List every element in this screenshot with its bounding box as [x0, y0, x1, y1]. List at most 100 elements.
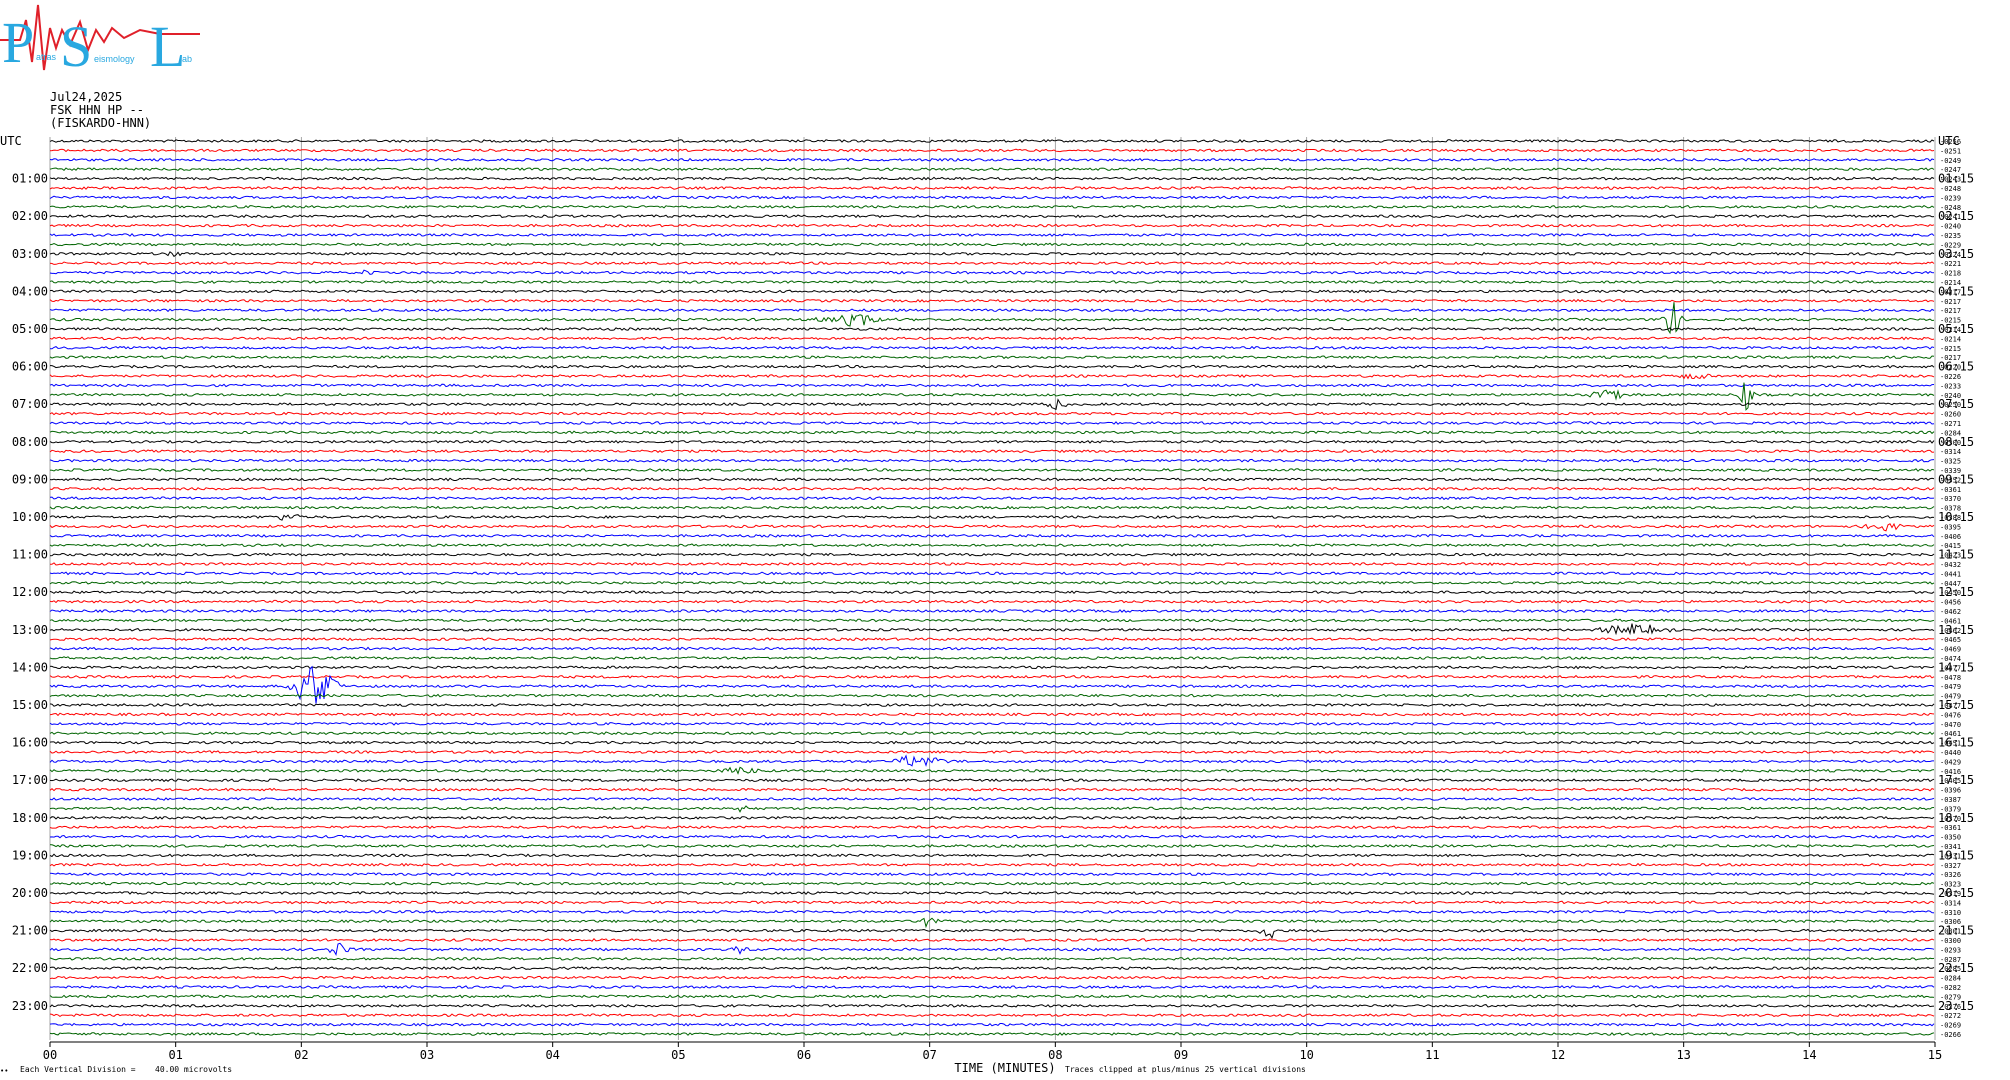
- seismic-trace: [49, 355, 1935, 360]
- seismic-trace: [49, 1013, 1935, 1018]
- trace-offset-label: -0217: [1940, 298, 1961, 306]
- left-hour-label: 16:00: [12, 736, 48, 750]
- trace-offset-label: -0271: [1940, 420, 1961, 428]
- left-hour-label: 12:00: [12, 585, 48, 599]
- seismic-trace: [49, 623, 1935, 636]
- right-hour-label: 10:15: [1938, 510, 1974, 524]
- trace-offset-label: -0226: [1940, 373, 1961, 381]
- seismic-trace: [49, 514, 1935, 521]
- right-hour-label: 02:15: [1938, 209, 1974, 223]
- x-tick-label: 05: [671, 1048, 685, 1062]
- left-hour-label: 04:00: [12, 284, 48, 298]
- x-tick-label: 06: [797, 1048, 811, 1062]
- seismic-trace: [49, 430, 1935, 435]
- seismic-trace: [49, 383, 1935, 388]
- seismic-trace: [49, 656, 1935, 660]
- x-tick-label: 08: [1048, 1048, 1062, 1062]
- trace-offset-label: -0218: [1940, 270, 1961, 278]
- seismic-trace: [49, 975, 1935, 980]
- trace-offset-label: -0440: [1940, 749, 1961, 757]
- right-hour-label: 18:15: [1938, 811, 1974, 825]
- trace-offset-label: -0465: [1940, 636, 1961, 644]
- x-tick-label: 15: [1928, 1048, 1942, 1062]
- left-hour-label: 05:00: [12, 322, 48, 336]
- trace-offset-label: -0476: [1940, 711, 1961, 719]
- seismic-trace: [49, 204, 1935, 209]
- seismic-trace: [49, 261, 1935, 266]
- seismic-trace: [49, 966, 1935, 971]
- trace-offset-label: -0432: [1940, 561, 1961, 569]
- seismic-trace: [49, 985, 1935, 989]
- trace-offset-label: -0310: [1940, 909, 1961, 917]
- seismic-trace: [49, 543, 1935, 548]
- trace-offset-label: -0266: [1940, 1031, 1961, 1039]
- left-hour-label: 02:00: [12, 209, 48, 223]
- trace-offset-label: -0406: [1940, 533, 1961, 541]
- seismic-trace: [49, 242, 1934, 247]
- trace-offset-label: -0314: [1940, 899, 1961, 907]
- seismic-trace: [49, 280, 1935, 284]
- left-hour-label: 17:00: [12, 773, 48, 787]
- trace-offset-label: -0269: [1940, 1022, 1961, 1030]
- x-axis-label: TIME (MINUTES): [954, 1061, 1055, 1075]
- seismic-trace: [49, 571, 1935, 576]
- seismic-trace: [49, 468, 1935, 472]
- seismic-trace: [49, 994, 1935, 999]
- x-tick-label: 12: [1551, 1048, 1565, 1062]
- right-hour-label: 23:15: [1938, 999, 1974, 1013]
- seismic-trace: [49, 486, 1935, 491]
- trace-offset-label: -0239: [1940, 194, 1961, 202]
- trace-offset-label: -0361: [1940, 486, 1961, 494]
- right-hour-label: 05:15: [1938, 322, 1974, 336]
- trace-offset-label: -0462: [1940, 608, 1961, 616]
- trace-offset-label: -0396: [1940, 787, 1961, 795]
- right-hour-label: 11:15: [1938, 548, 1974, 562]
- trace-offset-label: -0350: [1940, 834, 1961, 842]
- seismic-trace: [49, 599, 1935, 604]
- seismic-trace: [49, 731, 1935, 736]
- seismic-trace: [49, 766, 1935, 775]
- trace-offset-label: -0284: [1940, 975, 1961, 983]
- seismic-trace: [49, 233, 1935, 237]
- trace-offset-label: -0470: [1940, 721, 1961, 729]
- right-hour-label: 22:15: [1938, 961, 1974, 975]
- x-tick-label: 09: [1174, 1048, 1188, 1062]
- seismic-trace: [49, 580, 1935, 585]
- seismic-trace: [49, 214, 1935, 219]
- division-label: Each Vertical Division =: [20, 1065, 136, 1074]
- left-hour-label: 23:00: [12, 999, 48, 1013]
- right-hour-label: 16:15: [1938, 736, 1974, 750]
- seismic-trace: [49, 308, 1935, 313]
- seismic-trace: [49, 336, 1935, 341]
- seismic-trace: [49, 439, 1935, 444]
- seismic-trace: [49, 552, 1935, 557]
- trace-offset-label: -0387: [1940, 796, 1961, 804]
- trace-offset-label: -0221: [1940, 260, 1961, 268]
- trace-offset-label: -0300: [1940, 937, 1961, 945]
- right-hour-label: 01:15: [1938, 172, 1974, 186]
- x-tick-label: 03: [420, 1048, 434, 1062]
- seismic-trace: [49, 938, 1935, 942]
- seismic-trace: [49, 421, 1935, 425]
- right-hour-label: 09:15: [1938, 472, 1974, 486]
- left-hour-label: 15:00: [12, 698, 48, 712]
- seismic-trace: [49, 522, 1935, 532]
- x-tick-label: 02: [294, 1048, 308, 1062]
- seismic-trace: [49, 872, 1935, 877]
- right-hour-label: 19:15: [1938, 848, 1974, 862]
- seismic-trace: [49, 1032, 1935, 1036]
- seismogram-chart: -0256-0251-0249-0247-0243-0248-0239-0248…: [0, 134, 1974, 1075]
- seismic-trace: [49, 609, 1935, 613]
- seismic-trace: [49, 805, 1935, 813]
- trace-offset-label: -0240: [1940, 223, 1961, 231]
- trace-offset-label: -0456: [1940, 599, 1961, 607]
- seismic-trace: [49, 562, 1935, 566]
- right-hour-label: 07:15: [1938, 397, 1974, 411]
- seismic-trace: [49, 665, 1935, 670]
- left-hour-label: 07:00: [12, 397, 48, 411]
- seismic-trace: [49, 712, 1935, 717]
- seismic-trace: [49, 251, 1935, 258]
- left-hour-label: 18:00: [12, 811, 48, 825]
- left-hour-label: 11:00: [12, 548, 48, 562]
- trace-offset-label: -0326: [1940, 871, 1961, 879]
